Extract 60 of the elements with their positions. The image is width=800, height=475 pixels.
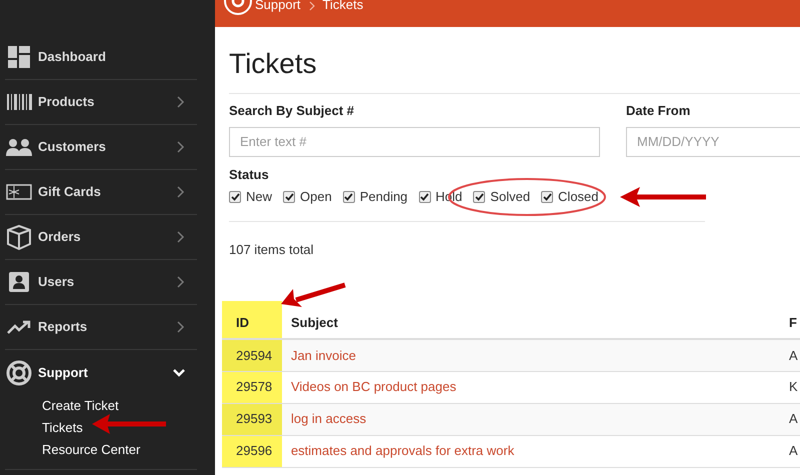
sidebar-item[interactable]: Dashboard: [38, 47, 106, 67]
checkbox-label: Pending: [360, 188, 408, 206]
checkbox[interactable]: [342, 190, 355, 203]
items-total: 107 items total: [229, 242, 314, 256]
checkbox-label: New: [246, 188, 272, 206]
dashboard-icon: [8, 46, 30, 68]
table-cell: 29594: [222, 339, 282, 371]
checkbox[interactable]: [229, 190, 241, 203]
table-cell: A: [780, 339, 800, 371]
box-icon: [6, 224, 32, 250]
date-field[interactable]: MM/DD/YYYY: [626, 126, 800, 156]
field-label: Search By Subject #: [229, 102, 355, 120]
submenu-item[interactable]: Tickets: [42, 417, 83, 439]
trend-icon: [7, 320, 31, 334]
checkbox-label: Solved: [490, 188, 530, 206]
sidebar-item[interactable]: Support: [38, 362, 88, 382]
chevron-right-icon[interactable]: [177, 186, 185, 198]
ticket-link[interactable]: log in access: [282, 403, 780, 435]
chevron-right-icon[interactable]: [177, 231, 185, 243]
ticket-link[interactable]: Jan invoice: [282, 339, 780, 371]
people-icon: [6, 138, 32, 156]
sidebar-item[interactable]: Products: [38, 92, 94, 112]
checkbox-label: Closed: [558, 188, 599, 206]
table-cell: 29593: [222, 403, 282, 435]
ticket-link[interactable]: estimates and approvals for extra work: [282, 435, 780, 467]
table-cell: 29596: [222, 435, 282, 467]
lifebuoy-icon: [6, 360, 32, 386]
sidebar-item[interactable]: Users: [38, 272, 74, 292]
sidebar-item[interactable]: Reports: [38, 317, 88, 337]
checkbox-label: Open: [300, 188, 332, 206]
page-title: Tickets: [229, 48, 317, 79]
barcode-icon: [6, 94, 32, 110]
chevron-right-icon[interactable]: [177, 141, 185, 153]
submenu-item[interactable]: Resource Center: [42, 439, 140, 461]
arrow-annotation: [281, 282, 346, 307]
chevron-right-icon[interactable]: [177, 321, 185, 333]
table-cell: 29578: [222, 371, 282, 403]
gift-card-icon: [6, 184, 32, 200]
sidebar-item[interactable]: Customers: [38, 137, 106, 157]
checkbox[interactable]: [541, 190, 554, 203]
sidebar-item[interactable]: Gift Cards: [38, 182, 101, 202]
chevron-right-icon[interactable]: [177, 96, 185, 108]
checkbox[interactable]: [283, 190, 296, 203]
field-label: Date From: [626, 102, 692, 120]
chevron-right-icon[interactable]: [177, 276, 185, 288]
column-header: ID: [222, 301, 282, 339]
submenu-item[interactable]: Create Ticket: [42, 395, 119, 417]
chevron-down-icon[interactable]: [173, 368, 185, 376]
checkbox[interactable]: [473, 190, 486, 203]
chevron-right-icon: [308, 1, 315, 11]
field-label: Status: [229, 166, 269, 182]
checkbox[interactable]: [418, 190, 431, 203]
search-field[interactable]: Enter text #: [229, 126, 600, 156]
table-cell: A: [780, 403, 800, 435]
table-cell: A: [780, 435, 800, 467]
table-cell: K: [780, 371, 800, 403]
breadcrumb-link[interactable]: Support: [255, 0, 301, 11]
user-icon: [9, 272, 29, 292]
ticket-link[interactable]: Videos on BC product pages: [282, 371, 780, 403]
sidebar-item[interactable]: Orders: [38, 227, 81, 247]
